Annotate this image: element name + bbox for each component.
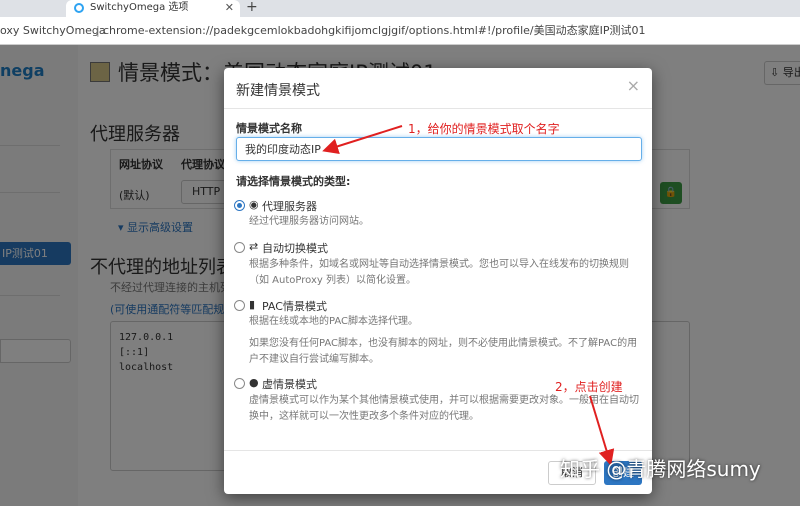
- annotation-arrows: [322, 125, 615, 466]
- arrow-to-name-input: [322, 125, 403, 155]
- watermark: 知乎 @青腾网络sumy: [560, 457, 761, 481]
